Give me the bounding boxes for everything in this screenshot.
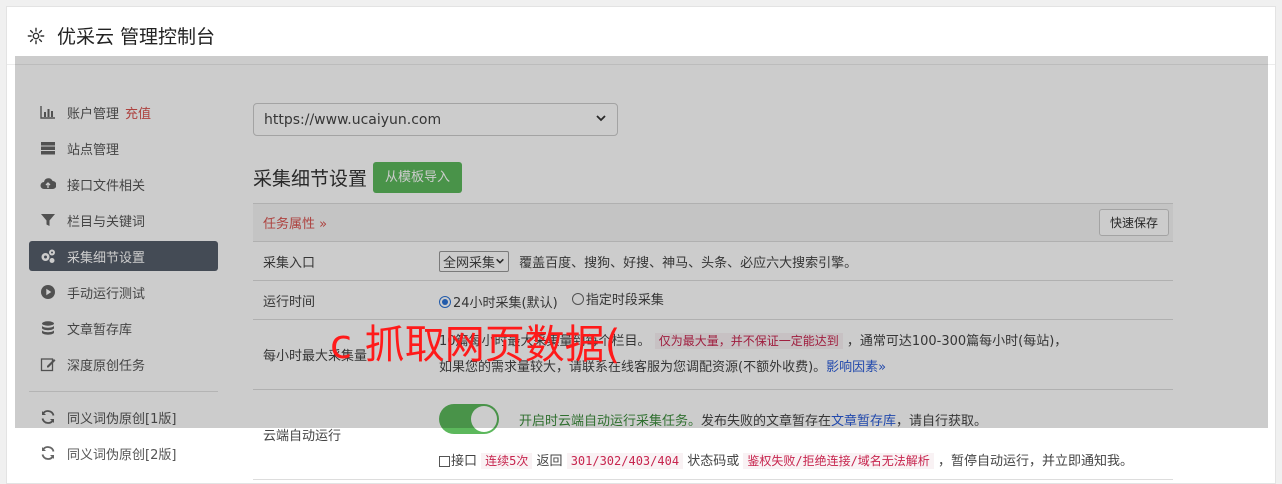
panel-header: 优采云 管理控制台 <box>7 7 1275 65</box>
gear-icon <box>27 27 45 45</box>
sidebar-item-manual-test[interactable]: 手动运行测试 <box>29 277 218 307</box>
sidebar-item-label: 栏目与关键词 <box>67 214 146 230</box>
row-collect-entry: 采集入口 全网采集 覆盖百度、搜狗、好搜、神马、头条、必应六大搜索引擎。 <box>253 242 1173 281</box>
database-icon <box>39 320 57 336</box>
collect-entry-desc: 覆盖百度、搜狗、好搜、神马、头条、必应六大搜索引擎。 <box>519 255 858 271</box>
row-cloud-auto-run: 云端自动运行 开启时云端自动运行采集任务。发布失败的文章暂存在文章暂存库，请自行… <box>253 390 1173 480</box>
sidebar-item-interface-files[interactable]: 接口文件相关 <box>29 169 218 199</box>
filter-icon <box>39 212 57 228</box>
sidebar-item-label: 同义词伪原创[2版] <box>67 447 177 463</box>
task-properties-toggle[interactable]: 任务属性 » <box>263 213 327 232</box>
sidebar-item-deep-original[interactable]: 深度原创任务 <box>29 349 218 379</box>
sidebar-item-label: 同义词伪原创[1版] <box>67 411 177 427</box>
sidebar-item-label: 深度原创任务 <box>67 358 146 374</box>
main-content: https://www.ucaiyun.com 采集细节设置 从模板导入 任务属… <box>253 103 1173 480</box>
sidebar-item-label: 手动运行测试 <box>67 286 146 302</box>
section-header: 采集细节设置 从模板导入 <box>253 162 1173 193</box>
sidebar-item-label: 采集细节设置 <box>67 250 146 266</box>
sidebar-item-synonym-v2[interactable]: 同义词伪原创[2版] <box>29 438 218 468</box>
bar-chart-icon <box>39 104 57 120</box>
sidebar-item-label: 文章暂存库 <box>67 322 133 338</box>
row-label: 采集入口 <box>263 255 316 271</box>
sidebar-item-label: 站点管理 <box>67 142 120 158</box>
radio-scheduled[interactable]: 指定时段采集 <box>571 289 664 308</box>
article-store-link[interactable]: 文章暂存库 <box>831 414 896 429</box>
sidebar-item-collect-settings[interactable]: 采集细节设置 <box>29 241 218 271</box>
cloud-upload-icon <box>39 176 57 192</box>
sidebar-item-label: 账户管理 <box>67 106 120 122</box>
sidebar-item-article-store[interactable]: 文章暂存库 <box>29 313 218 343</box>
quick-save-button[interactable]: 快速保存 <box>1098 209 1169 236</box>
server-icon <box>39 140 57 156</box>
row-label: 运行时间 <box>263 294 316 310</box>
auto-run-toggle[interactable] <box>439 404 499 434</box>
sidebar-item-label: 接口文件相关 <box>67 178 146 194</box>
page-title: 优采云 管理控制台 <box>57 26 216 48</box>
edit-icon <box>39 356 57 372</box>
play-circle-icon <box>39 284 57 300</box>
sidebar-item-columns-keywords[interactable]: 栏目与关键词 <box>29 205 218 235</box>
row-label: 云端自动运行 <box>263 429 342 444</box>
refresh-icon <box>39 445 57 461</box>
console-panel: 优采云 管理控制台 账户管理 充值 站点管理 接口文件相关 栏目与关键词 采集细… <box>6 6 1276 484</box>
site-select-value: https://www.ucaiyun.com <box>264 111 442 128</box>
max-note-code: 仅为最大量，并不保证一定能达到 <box>654 333 843 349</box>
refresh-icon <box>39 409 57 425</box>
cogs-icon <box>39 248 57 264</box>
chevron-down-icon <box>595 112 607 128</box>
watermark-text: c 抓取网页数据( <box>330 322 621 368</box>
sidebar-item-account[interactable]: 账户管理 充值 <box>29 97 218 127</box>
sidebar-item-synonym-v1[interactable]: 同义词伪原创[1版] <box>29 402 218 432</box>
factors-link[interactable]: 影响因素» <box>826 360 886 375</box>
site-select[interactable]: https://www.ucaiyun.com <box>253 103 618 136</box>
section-title: 采集细节设置 <box>253 168 368 190</box>
sidebar: 账户管理 充值 站点管理 接口文件相关 栏目与关键词 采集细节设置 手动运行测试… <box>29 97 218 474</box>
chevron-down-icon <box>496 258 504 264</box>
task-properties-header: 任务属性 » 快速保存 <box>253 204 1173 242</box>
collect-entry-select[interactable]: 全网采集 <box>439 250 510 272</box>
radio-unchecked-icon <box>571 292 584 305</box>
sidebar-item-sites[interactable]: 站点管理 <box>29 133 218 163</box>
import-template-button[interactable]: 从模板导入 <box>373 162 463 193</box>
radio-checked-icon <box>439 295 451 308</box>
sidebar-divider <box>29 391 218 392</box>
radio-24h[interactable]: 24小时采集(默认) <box>439 292 558 311</box>
recharge-link[interactable]: 充值 <box>125 103 151 122</box>
pause-on-error-checkbox[interactable] <box>439 456 450 467</box>
